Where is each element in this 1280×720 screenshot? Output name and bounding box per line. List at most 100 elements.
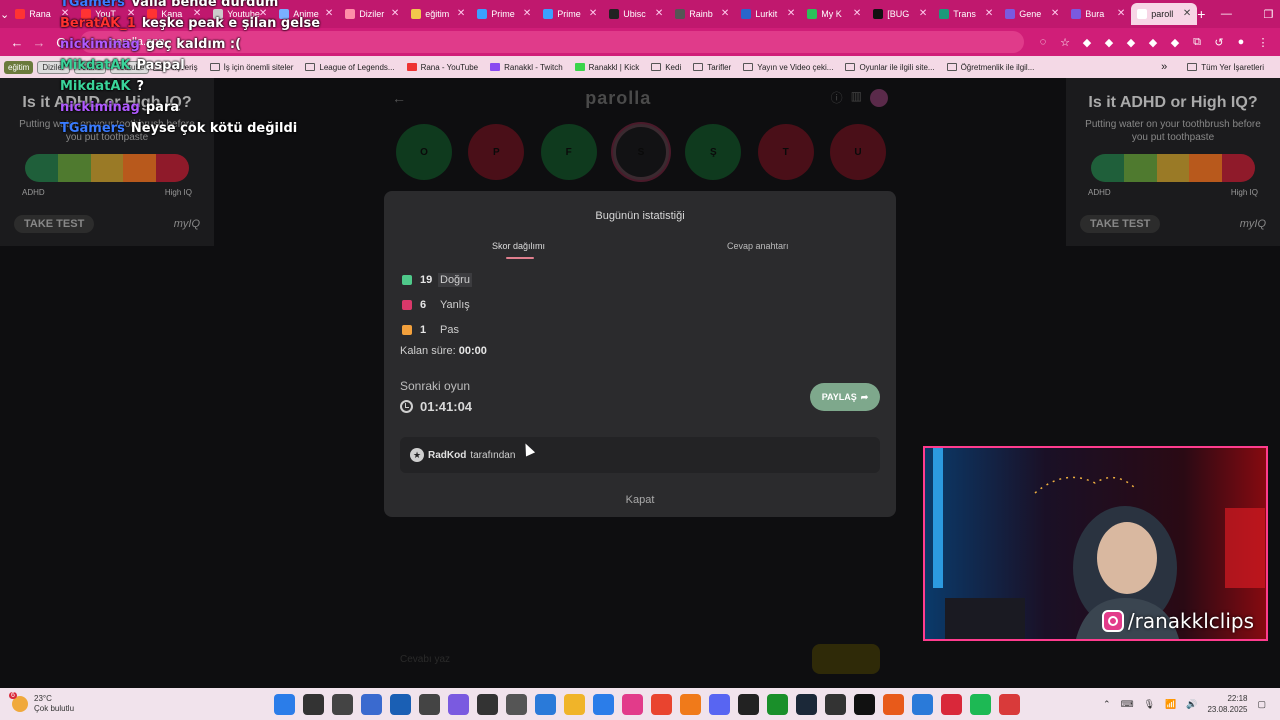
- new-tab-button[interactable]: +: [1197, 6, 1205, 22]
- tab-close-icon[interactable]: ✕: [391, 8, 399, 19]
- browser-tab[interactable]: Prime ✕: [471, 3, 537, 25]
- riot-icon[interactable]: [825, 693, 846, 715]
- maximize-button[interactable]: ❐: [1247, 8, 1280, 21]
- xbox-icon[interactable]: [767, 693, 788, 715]
- photo-editor-icon[interactable]: [622, 693, 643, 715]
- all-bookmarks-link[interactable]: Tüm Yer İşaretleri: [1187, 63, 1264, 72]
- photos-icon[interactable]: [361, 693, 382, 715]
- minimize-button[interactable]: —: [1205, 8, 1247, 21]
- browser-tab[interactable]: paroll ✕: [1131, 3, 1198, 25]
- mic-icon[interactable]: 🎙: [1144, 699, 1155, 710]
- ad-take-test-button[interactable]: TAKE TEST: [1080, 215, 1161, 233]
- tab-close-icon[interactable]: ✕: [985, 8, 993, 19]
- credit-name[interactable]: RadKod: [428, 450, 466, 461]
- profile-icon[interactable]: ●: [1230, 33, 1252, 51]
- history-icon[interactable]: ↺: [1208, 33, 1230, 51]
- ext-3-icon[interactable]: ◆: [1120, 33, 1142, 51]
- menu-icon[interactable]: ⋮: [1252, 33, 1274, 51]
- bookmark-item[interactable]: Rana - YouTube: [406, 63, 478, 72]
- windows-icon[interactable]: [274, 693, 295, 715]
- browser-tab[interactable]: Trans ✕: [933, 3, 999, 25]
- avatar[interactable]: [869, 89, 888, 107]
- bookmarks-more-button[interactable]: »: [1161, 61, 1167, 73]
- tab-close-icon[interactable]: ✕: [853, 8, 861, 19]
- tab-search-icon[interactable]: ⌄: [0, 0, 9, 28]
- tab-close-icon[interactable]: ✕: [523, 8, 531, 19]
- forward-button[interactable]: →: [28, 35, 50, 50]
- tab-close-icon[interactable]: ✕: [1117, 8, 1125, 19]
- tab-close-icon[interactable]: ✕: [1051, 8, 1059, 19]
- outlook-icon[interactable]: [390, 693, 411, 715]
- answer-input[interactable]: Cevabı yaz: [400, 654, 450, 665]
- bookmark-item[interactable]: eğitim: [4, 60, 34, 74]
- browser-tab[interactable]: [BUG ✕: [867, 3, 933, 25]
- tab-close-icon[interactable]: ✕: [919, 8, 927, 19]
- spotify-icon[interactable]: [970, 693, 991, 715]
- ad-right[interactable]: Is it ADHD or High IQ? Putting water on …: [1066, 78, 1280, 246]
- steam-icon[interactable]: [796, 693, 817, 715]
- discord-icon[interactable]: [709, 693, 730, 715]
- bookmark-item[interactable]: Ranakkl | Kick: [574, 63, 639, 72]
- epic-icon[interactable]: [854, 693, 875, 715]
- eye-off-icon[interactable]: ◌: [1032, 33, 1054, 51]
- back-button[interactable]: ←: [6, 35, 28, 50]
- tab-answer-key[interactable]: Cevap anahtarı: [727, 241, 789, 251]
- bookmark-item[interactable]: Ranakkl - Twitch: [490, 63, 563, 72]
- volume-icon[interactable]: 🔊: [1186, 699, 1197, 710]
- folder-icon[interactable]: [564, 693, 585, 715]
- browser-tab[interactable]: Prime ✕: [537, 3, 603, 25]
- browser-tab[interactable]: Gene ✕: [999, 3, 1065, 25]
- ext-4-icon[interactable]: ◆: [1142, 33, 1164, 51]
- info-icon[interactable]: ⓘ: [831, 89, 843, 107]
- files-icon[interactable]: [332, 693, 353, 715]
- tab-close-icon[interactable]: ✕: [787, 8, 795, 19]
- tab-close-icon[interactable]: ✕: [457, 8, 465, 19]
- settings-icon[interactable]: [506, 693, 527, 715]
- weather-widget[interactable]: 6 23°C Çok bulutlu: [0, 692, 200, 714]
- tab-close-icon[interactable]: ✕: [1183, 8, 1191, 19]
- browser-tab[interactable]: Lurkit ✕: [735, 3, 801, 25]
- ext-1-icon[interactable]: ◆: [1076, 33, 1098, 51]
- back-arrow-icon[interactable]: ←: [392, 90, 406, 106]
- store-icon[interactable]: [593, 693, 614, 715]
- browser-tab[interactable]: Ubisc ✕: [603, 3, 669, 25]
- tab-close-icon[interactable]: ✕: [721, 8, 729, 19]
- bookmark-item[interactable]: Oyunlar ile ilgili site...: [845, 63, 935, 72]
- tray-chevron-icon[interactable]: ⌃: [1103, 699, 1111, 710]
- app-blue-icon[interactable]: [912, 693, 933, 715]
- notification-icon[interactable]: ▢: [1257, 699, 1266, 710]
- app-red-icon[interactable]: [941, 693, 962, 715]
- browser-tab[interactable]: My K ✕: [801, 3, 867, 25]
- wifi-icon[interactable]: 📶: [1165, 699, 1176, 710]
- calculator-icon[interactable]: [477, 693, 498, 715]
- star-icon[interactable]: ☆: [1054, 33, 1076, 51]
- browser-tab[interactable]: Rainb ✕: [669, 3, 735, 25]
- stats-icon[interactable]: ▥: [851, 89, 862, 107]
- firefox-icon[interactable]: [680, 693, 701, 715]
- bookmark-item[interactable]: Tarifler: [693, 63, 731, 72]
- ad-take-test-button[interactable]: TAKE TEST: [14, 215, 95, 233]
- clock[interactable]: 22:18 23.08.2025: [1207, 693, 1247, 715]
- app-orange-icon[interactable]: [883, 693, 904, 715]
- search-icon[interactable]: [303, 693, 324, 715]
- cube-icon[interactable]: [419, 693, 440, 715]
- share-button[interactable]: PAYLAŞ ➦: [810, 383, 880, 411]
- send-button[interactable]: [812, 644, 880, 674]
- copilot-icon[interactable]: [448, 693, 469, 715]
- chrome-icon[interactable]: [651, 693, 672, 715]
- bookmark-item[interactable]: Kedi: [651, 63, 681, 72]
- bookmark-item[interactable]: Yayın ve Video çeki...: [743, 63, 833, 72]
- app-game-icon[interactable]: [999, 693, 1020, 715]
- tab-score-distribution[interactable]: Skor dağılımı: [492, 241, 545, 251]
- tab-close-icon[interactable]: ✕: [589, 8, 597, 19]
- gallery-icon[interactable]: [535, 693, 556, 715]
- obs-icon[interactable]: [738, 693, 759, 715]
- ext-2-icon[interactable]: ◆: [1098, 33, 1120, 51]
- bookmark-item[interactable]: Öğretmenlik ile ilgil...: [946, 63, 1034, 72]
- browser-tab[interactable]: eğitim ✕: [405, 3, 471, 25]
- browser-tab[interactable]: Bura ✕: [1065, 3, 1131, 25]
- puzzle-icon[interactable]: ⧉: [1186, 33, 1208, 51]
- close-modal-button[interactable]: Kapat: [384, 494, 896, 506]
- keyboard-icon[interactable]: ⌨: [1121, 699, 1134, 710]
- tab-close-icon[interactable]: ✕: [655, 8, 663, 19]
